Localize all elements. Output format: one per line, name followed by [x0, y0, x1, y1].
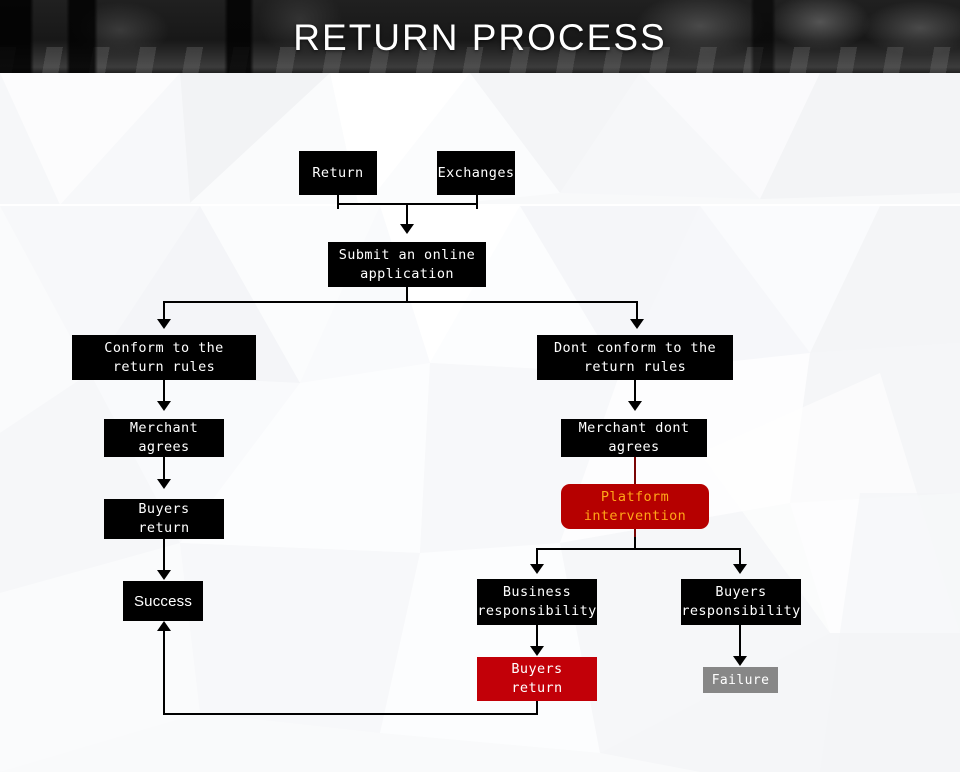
node-exchanges[interactable]: Exchanges — [437, 151, 515, 195]
node-submit-online-application[interactable]: Submit an online application — [328, 242, 486, 287]
node-platform-intervention[interactable]: Platform intervention — [561, 484, 709, 529]
node-return[interactable]: Return — [299, 151, 377, 195]
node-buyers-return-red[interactable]: Buyers return — [477, 657, 597, 701]
node-merchant-agrees[interactable]: Merchant agrees — [104, 419, 224, 457]
node-buyers-return-left[interactable]: Buyers return — [104, 499, 224, 539]
node-success[interactable]: Success — [123, 581, 203, 621]
page-title: RETURN PROCESS — [293, 17, 667, 58]
node-conform-to-return-rules[interactable]: Conform to the return rules — [72, 335, 256, 380]
node-business-responsibility[interactable]: Business responsibility — [477, 579, 597, 625]
flowchart-page: RETURN PROCESS Return Exchanges Submit a… — [0, 0, 960, 772]
node-merchant-dont-agrees[interactable]: Merchant dont agrees — [561, 419, 707, 457]
node-failure[interactable]: Failure — [703, 667, 778, 693]
node-dont-conform-to-return-rules[interactable]: Dont conform to the return rules — [537, 335, 733, 380]
node-buyers-responsibility[interactable]: Buyers responsibility — [681, 579, 801, 625]
